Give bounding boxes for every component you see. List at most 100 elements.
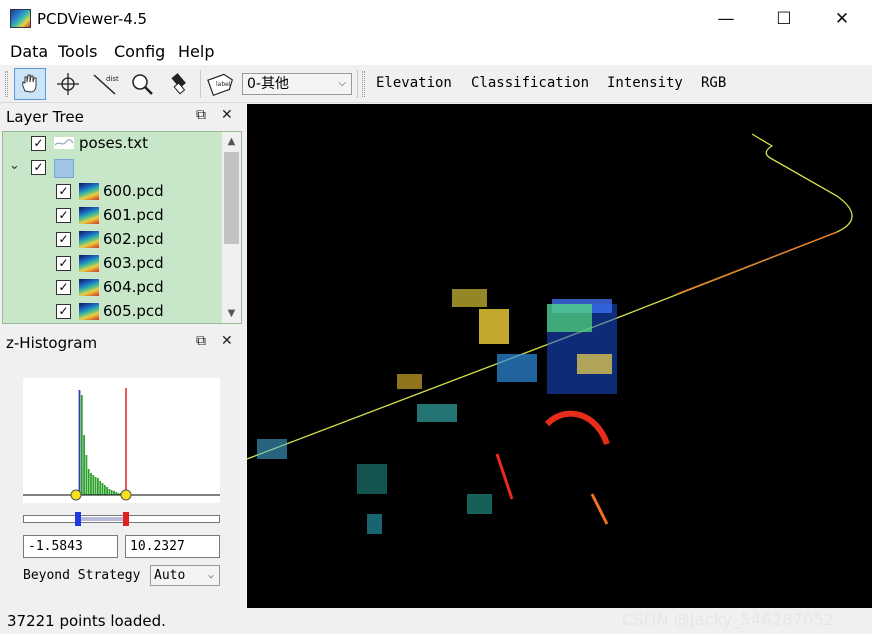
- label-class-select[interactable]: 0-其他 ⌵: [242, 73, 352, 95]
- hand-icon[interactable]: [14, 68, 46, 100]
- close-panel-icon[interactable]: ✕: [221, 333, 233, 349]
- range-slider[interactable]: [23, 512, 220, 526]
- trajectory-path: [247, 133, 853, 460]
- point-cloud-icon: [79, 255, 99, 272]
- beyond-strategy-label: Beyond Strategy: [23, 568, 141, 583]
- histogram-bar: [80, 395, 83, 495]
- scroll-down-icon[interactable]: ▼: [222, 304, 241, 323]
- histogram-bar: [85, 455, 88, 495]
- distance-icon[interactable]: dist: [89, 68, 121, 100]
- chevron-down-icon: ⌵: [338, 78, 346, 89]
- menu-data[interactable]: Data: [10, 42, 48, 61]
- chevron-down-icon: ⌵: [207, 570, 214, 581]
- beyond-strategy-select[interactable]: Auto ⌵: [150, 565, 220, 586]
- toolbar-separator: [200, 70, 201, 98]
- menu-tools[interactable]: Tools: [58, 42, 97, 61]
- tree-item-pcd[interactable]: ✓ 601.pcd: [3, 204, 221, 228]
- minimize-button[interactable]: —: [697, 0, 755, 38]
- window-title: PCDViewer-4.5: [37, 10, 148, 28]
- point-cloud-clusters: [257, 289, 617, 534]
- point-cloud-viewport[interactable]: [247, 104, 872, 608]
- pick-icon[interactable]: [163, 68, 195, 100]
- histogram-bar: [87, 469, 90, 495]
- label-class-value: 0-其他: [247, 76, 289, 92]
- float-panel-icon[interactable]: ⧉: [196, 333, 206, 349]
- lower-bound-knob: [70, 489, 82, 501]
- chevron-down-icon[interactable]: ⌄: [9, 158, 20, 173]
- color-mode-rgb[interactable]: RGB: [701, 75, 726, 91]
- tree-item-pcd[interactable]: ✓ 604.pcd: [3, 276, 221, 300]
- tree-item-label: 605.pcd: [103, 302, 164, 320]
- maximize-button[interactable]: ☐: [755, 0, 813, 38]
- toolbar-separator: [357, 70, 358, 98]
- range-slider-min-handle[interactable]: [75, 512, 81, 526]
- label-icon[interactable]: label: [205, 68, 237, 100]
- histogram-bar: [90, 473, 92, 495]
- tree-item-label: 602.pcd: [103, 230, 164, 248]
- zoom-icon[interactable]: [126, 68, 158, 100]
- checkbox[interactable]: ✓: [56, 208, 71, 223]
- layer-tree-scrollbar[interactable]: ▲ ▼: [222, 132, 241, 323]
- tree-item-pcd[interactable]: ✓ 605.pcd: [3, 300, 221, 323]
- histogram-bars: [76, 390, 125, 495]
- point-cloud-icon: [79, 231, 99, 248]
- max-value-input[interactable]: 10.2327: [125, 535, 220, 558]
- svg-text:dist: dist: [106, 75, 119, 83]
- tree-item-group[interactable]: ⌄ ✓: [3, 156, 221, 180]
- histogram-chart[interactable]: [23, 378, 220, 503]
- histogram-bar: [108, 489, 111, 495]
- float-panel-icon[interactable]: ⧉: [196, 107, 206, 123]
- tree-item-pcd[interactable]: ✓ 603.pcd: [3, 252, 221, 276]
- crosshair-icon[interactable]: [52, 68, 84, 100]
- histogram-bar: [92, 475, 95, 495]
- range-slider-max-handle[interactable]: [123, 512, 129, 526]
- point-cloud-icon: [79, 183, 99, 200]
- trajectory-icon: [54, 137, 74, 149]
- checkbox[interactable]: ✓: [56, 232, 71, 247]
- checkbox[interactable]: ✓: [31, 160, 46, 175]
- menu-help[interactable]: Help: [178, 42, 214, 61]
- tree-item-pcd[interactable]: ✓ 602.pcd: [3, 228, 221, 252]
- histogram-panel: -1.5843 10.2327 Beyond Strategy Auto ⌵: [0, 355, 242, 607]
- close-button[interactable]: ✕: [813, 0, 871, 38]
- range-slider-fill: [81, 517, 127, 521]
- tree-item-pcd[interactable]: ✓ 600.pcd: [3, 180, 221, 204]
- point-cloud-render[interactable]: [247, 104, 872, 608]
- menu-bar: Data Tools Config Help: [0, 38, 872, 65]
- close-panel-icon[interactable]: ✕: [221, 107, 233, 123]
- histogram-bar: [99, 481, 102, 495]
- histogram-bar: [106, 487, 108, 495]
- beyond-strategy-value: Auto: [154, 568, 186, 583]
- trajectory-segment: [676, 231, 838, 295]
- layer-tree-title: Layer Tree: [6, 108, 84, 126]
- toolbar: dist label 0-其他 ⌵ Elevation Classificati…: [0, 65, 872, 103]
- checkbox[interactable]: ✓: [31, 136, 46, 151]
- tree-item-label: 604.pcd: [103, 278, 164, 296]
- group-icon: [54, 159, 74, 178]
- color-mode-elevation[interactable]: Elevation: [376, 75, 452, 91]
- tree-item-poses[interactable]: ✓ poses.txt: [3, 132, 221, 156]
- menu-config[interactable]: Config: [114, 42, 165, 61]
- status-bar: 37221 points loaded. CSDN @Jacky_5462870…: [0, 608, 872, 634]
- svg-text:label: label: [216, 81, 231, 88]
- histogram-bar: [103, 485, 106, 495]
- toolbar-grip[interactable]: [362, 71, 365, 97]
- histogram-title: z-Histogram: [6, 334, 98, 352]
- tree-item-label: poses.txt: [79, 134, 148, 152]
- color-mode-classification[interactable]: Classification: [471, 75, 589, 91]
- scroll-up-icon[interactable]: ▲: [222, 132, 241, 151]
- point-cloud-icon: [79, 207, 99, 224]
- watermark: CSDN @Jacky_546287052: [622, 610, 835, 629]
- title-bar: PCDViewer-4.5 — ☐ ✕: [0, 0, 872, 38]
- histogram-bar: [94, 477, 97, 495]
- color-mode-intensity[interactable]: Intensity: [607, 75, 683, 91]
- checkbox[interactable]: ✓: [56, 280, 71, 295]
- tree-item-label: 603.pcd: [103, 254, 164, 272]
- upper-bound-knob: [120, 489, 132, 501]
- checkbox[interactable]: ✓: [56, 256, 71, 271]
- min-value-input[interactable]: -1.5843: [23, 535, 118, 558]
- checkbox[interactable]: ✓: [56, 184, 71, 199]
- toolbar-grip[interactable]: [5, 71, 8, 97]
- checkbox[interactable]: ✓: [56, 304, 71, 319]
- scrollbar-thumb[interactable]: [224, 152, 239, 244]
